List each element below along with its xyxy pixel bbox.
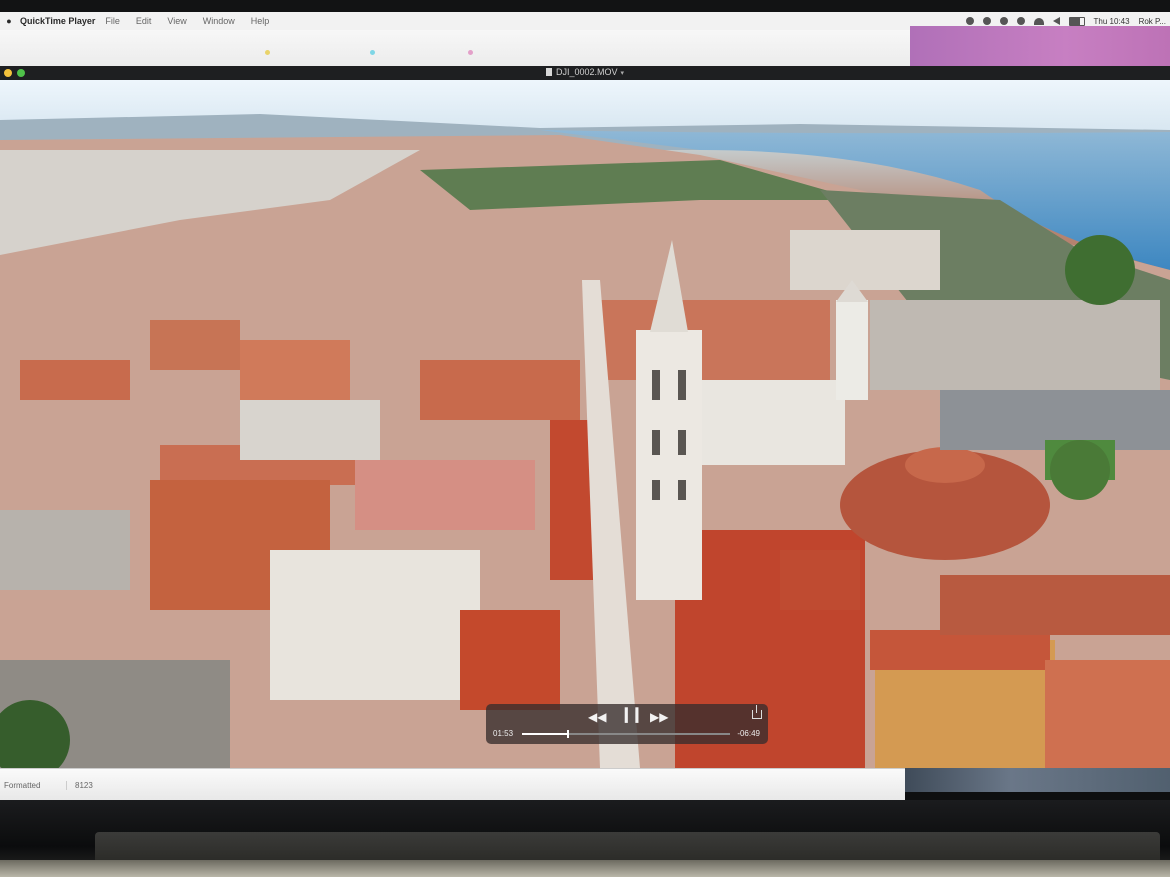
scrubber-track[interactable]: [522, 730, 730, 738]
menu-app-name[interactable]: QuickTime Player: [20, 16, 95, 26]
dropbox-icon[interactable]: [965, 17, 974, 25]
video-frame[interactable]: ◀◀ ❙❙ ▶▶ 01:53 -06:49: [0, 80, 1170, 768]
toolbar-dot-yellow: [265, 50, 270, 55]
desktop-wallpaper: [910, 26, 1170, 66]
bottom-mid-label: 8123: [75, 781, 93, 790]
screen-bezel-top: [0, 0, 1170, 12]
share-icon[interactable]: [752, 705, 762, 719]
desktop-wallpaper-bottom: [905, 768, 1170, 792]
fast-forward-icon[interactable]: ▶▶: [650, 711, 668, 723]
elapsed-time: 01:53: [493, 729, 514, 738]
window-title-bar[interactable]: DJI_0002.MOV ▾: [0, 66, 1170, 81]
playback-controls[interactable]: ◀◀ ❙❙ ▶▶ 01:53 -06:49: [486, 704, 768, 744]
window-title-text: DJI_0002.MOV: [555, 67, 618, 77]
menubar-user[interactable]: Rok P...: [1139, 17, 1166, 26]
document-icon: [545, 68, 552, 76]
bottom-left-label: Formatted: [4, 781, 68, 790]
menubar-clock[interactable]: Thu 10:43: [1094, 17, 1130, 26]
menu-file[interactable]: File: [105, 16, 120, 26]
menu-edit[interactable]: Edit: [136, 16, 152, 26]
bluetooth-icon[interactable]: [1016, 17, 1025, 25]
remaining-time: -06:49: [737, 729, 760, 738]
aerial-city-image: [0, 80, 1170, 768]
menu-help[interactable]: Help: [251, 16, 270, 26]
screen-glare-area: [0, 30, 910, 66]
toolbar-dot-pink: [468, 50, 473, 55]
toolbar-dot-cyan: [370, 50, 375, 55]
sync-icon[interactable]: [999, 17, 1008, 25]
rewind-icon[interactable]: ◀◀: [588, 711, 606, 723]
battery-icon[interactable]: [1068, 16, 1085, 26]
window-title: DJI_0002.MOV ▾: [0, 67, 1170, 77]
second-tower: [836, 300, 868, 400]
menu-window[interactable]: Window: [203, 16, 235, 26]
pause-icon[interactable]: ❙❙: [620, 707, 643, 722]
menu-view[interactable]: View: [167, 16, 186, 26]
desk-surface: [0, 860, 1170, 877]
desktop-bottom-strip: Formatted 8123: [0, 768, 905, 801]
scrubber-playhead[interactable]: [566, 730, 569, 738]
volume-icon[interactable]: [1052, 17, 1060, 25]
wifi-icon[interactable]: [1033, 17, 1044, 25]
apple-menu-icon[interactable]: ●: [2, 16, 16, 26]
eye-icon[interactable]: [982, 17, 991, 25]
scrubber-progress: [522, 733, 568, 735]
chevron-down-icon[interactable]: ▾: [621, 70, 625, 77]
